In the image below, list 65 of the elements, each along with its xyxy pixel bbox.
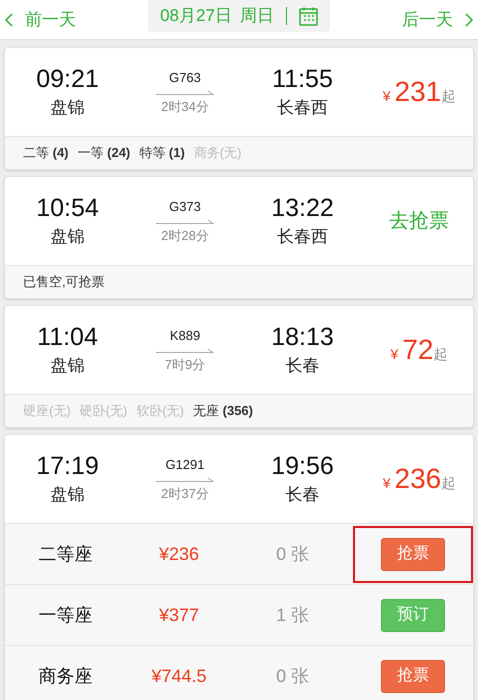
chevron-left-icon (4, 12, 13, 26)
arrive-station: 长春西 (277, 97, 328, 120)
grab-ticket-link[interactable]: 去抢票 (389, 206, 449, 236)
calendar-icon (298, 6, 318, 26)
arrive-time: 11:55 (272, 64, 333, 96)
currency-sign: ¥ (390, 344, 398, 364)
arrive-station: 长春西 (277, 226, 328, 248)
seat-price: ¥744.5 (150, 664, 208, 688)
price-suffix: 起 (441, 86, 456, 106)
depart-time: 17:19 (36, 451, 99, 482)
price-amount: 236 (394, 464, 442, 492)
depart-station: 盘锦 (50, 355, 84, 378)
duration: 2时34分 (161, 98, 209, 116)
train-card[interactable]: 10:54 盘锦 G373 2时28分 13:22 长春西 去抢票 已售空,可抢票 (4, 176, 474, 299)
train-number: G1291 (165, 456, 205, 474)
currency-sign: ¥ (382, 86, 391, 106)
seat-class: 一等座 (37, 604, 94, 626)
train-number: K889 (170, 327, 200, 345)
seat-availability: 软卧(无) (136, 402, 184, 420)
seat-count: 0 张 (275, 542, 310, 566)
previous-day-button[interactable]: 前一天 (4, 6, 76, 32)
arrive-time: 19:56 (271, 451, 334, 482)
arrive-station: 长春 (286, 355, 320, 378)
arrive-time: 18:13 (271, 322, 334, 354)
train-card[interactable]: 11:04 盘锦 K889 7时9分 18:13 长春 ¥72起 硬座(无) 硬卧(无) 软卧(无) 无座 (356) (4, 305, 474, 428)
duration: 2时28分 (161, 226, 209, 244)
price-suffix: 起 (433, 344, 448, 364)
seat-class: 二等座 (37, 542, 94, 566)
duration: 7时9分 (164, 356, 206, 374)
depart-station: 盘锦 (50, 97, 84, 120)
seat-availability: 特等 (1) (139, 144, 185, 162)
price-amount: 72 (402, 336, 434, 364)
depart-station: 盘锦 (50, 484, 84, 506)
train-card[interactable]: 09:21 盘锦 G763 2时34分 11:55 长春西 ¥231起 二等 (4) 一等 (24) 特等 (1) 商务(无) (4, 47, 474, 170)
seat-price: ¥236 (158, 542, 200, 566)
seat-availability: 商务(无) (194, 144, 242, 162)
currency-sign: ¥ (382, 474, 391, 492)
train-number: G373 (169, 198, 201, 216)
arrive-time: 13:22 (271, 193, 334, 224)
train-card[interactable]: 17:19 盘锦 G1291 2时37分 19:56 长春 ¥236起 二等座 ¥236 0 张 抢票 一等座 ¥377 1 张 预订 商务座 ¥744.5 0 张 抢票 (4, 434, 474, 700)
train-number: G763 (169, 69, 201, 87)
price-suffix: 起 (441, 474, 456, 492)
seat-availability: 二等 (4) (23, 144, 69, 162)
grab-ticket-button[interactable]: 抢票 (380, 660, 445, 692)
date-picker-button[interactable]: 08月27日 周日 (148, 0, 330, 32)
seat-count: 0 张 (275, 664, 310, 688)
depart-station: 盘锦 (50, 226, 84, 248)
next-day-button[interactable]: 后一天 (402, 6, 474, 32)
chevron-right-icon (464, 12, 474, 26)
book-button[interactable]: 预订 (380, 598, 445, 632)
depart-time: 11:04 (37, 322, 98, 354)
arrive-station: 长春 (286, 484, 320, 506)
seat-count: 1 张 (275, 604, 310, 626)
price-amount: 231 (394, 78, 442, 106)
grab-ticket-button[interactable]: 抢票 (380, 538, 445, 570)
seat-availability: 已售空,可抢票 (23, 273, 105, 292)
duration: 2时37分 (161, 484, 209, 502)
seat-availability: 硬卧(无) (80, 402, 128, 420)
seat-availability: 一等 (24) (78, 144, 130, 162)
seat-class: 商务座 (37, 664, 94, 688)
depart-time: 09:21 (36, 64, 99, 96)
seat-availability: 无座 (356) (193, 402, 253, 420)
seat-price: ¥377 (158, 604, 200, 626)
depart-time: 10:54 (36, 193, 99, 224)
seat-availability: 硬座(无) (23, 402, 71, 420)
